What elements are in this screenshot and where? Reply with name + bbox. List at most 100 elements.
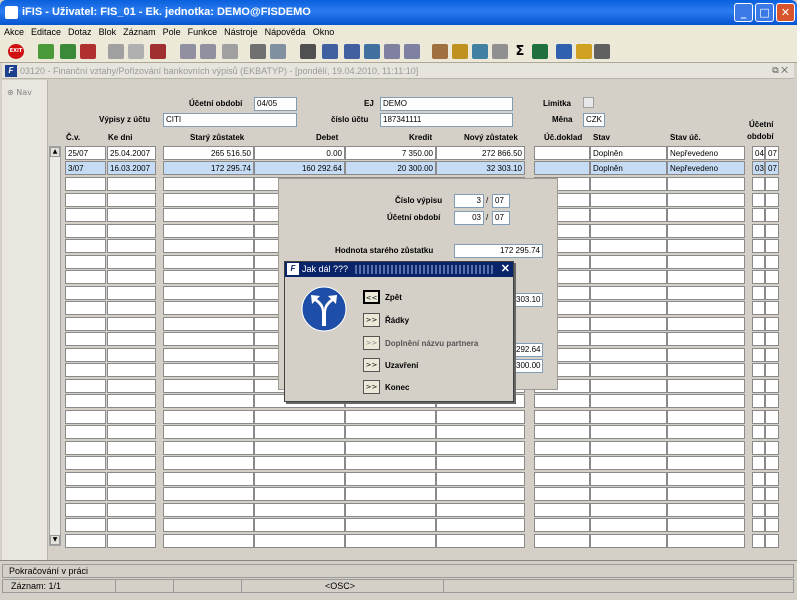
empty-cell[interactable] — [163, 456, 254, 470]
empty-cell[interactable] — [752, 285, 765, 300]
empty-cell[interactable] — [107, 363, 156, 377]
empty-cell[interactable] — [163, 394, 254, 408]
empty-cell[interactable] — [345, 440, 436, 455]
menu-funkce[interactable]: Funkce — [184, 25, 221, 37]
chart-icon[interactable] — [472, 44, 488, 59]
empty-cell[interactable] — [254, 425, 345, 439]
close-button[interactable]: ✕ — [776, 3, 795, 22]
empty-cell[interactable] — [345, 518, 436, 532]
empty-cell[interactable] — [765, 471, 779, 486]
empty-cell[interactable] — [667, 456, 745, 470]
option-radky[interactable]: >> Řádky — [363, 313, 563, 329]
empty-cell[interactable] — [667, 409, 745, 424]
cell-obdobi-r[interactable]: 07 — [765, 146, 779, 160]
empty-cell[interactable] — [65, 363, 106, 377]
empty-cell[interactable] — [667, 440, 745, 455]
empty-cell[interactable] — [765, 270, 779, 284]
indent-icon[interactable] — [404, 44, 420, 59]
cell-stav-uc[interactable]: Nepřevedeno — [667, 146, 745, 160]
empty-cell[interactable] — [590, 177, 667, 191]
cell-novy[interactable]: 32 303.10 — [436, 161, 525, 175]
empty-cell[interactable] — [254, 471, 345, 486]
cislo-vypisu-field[interactable]: 3 — [454, 194, 484, 208]
print-icon[interactable] — [250, 44, 266, 59]
empty-cell[interactable] — [590, 502, 667, 517]
empty-cell[interactable] — [534, 394, 590, 408]
empty-cell[interactable] — [590, 208, 667, 222]
empty-cell[interactable] — [590, 347, 667, 362]
sort-desc-icon[interactable] — [200, 44, 216, 59]
empty-cell[interactable] — [765, 223, 779, 238]
empty-cell[interactable] — [752, 502, 765, 517]
empty-cell[interactable] — [345, 533, 436, 548]
empty-cell[interactable] — [765, 378, 779, 393]
paste-icon[interactable] — [128, 44, 144, 59]
empty-cell[interactable] — [254, 440, 345, 455]
empty-cell[interactable] — [163, 518, 254, 532]
empty-cell[interactable] — [765, 254, 779, 269]
empty-cell[interactable] — [765, 347, 779, 362]
empty-cell[interactable] — [436, 456, 525, 470]
menu-akce[interactable]: Akce — [0, 25, 27, 37]
empty-cell[interactable] — [65, 285, 106, 300]
empty-cell[interactable] — [765, 301, 779, 315]
cell-debet[interactable]: 160 292.64 — [254, 161, 345, 175]
empty-cell[interactable] — [65, 518, 106, 532]
empty-cell[interactable] — [765, 409, 779, 424]
cell-cv[interactable]: 25/07 — [65, 146, 106, 160]
empty-cell[interactable] — [163, 533, 254, 548]
empty-cell[interactable] — [254, 502, 345, 517]
empty-cell[interactable] — [163, 425, 254, 439]
zpet-button[interactable]: << — [363, 290, 380, 304]
empty-cell[interactable] — [765, 502, 779, 517]
menu-editace[interactable]: Editace — [27, 25, 64, 37]
empty-cell[interactable] — [590, 471, 667, 486]
empty-cell[interactable] — [765, 440, 779, 455]
empty-cell[interactable] — [590, 425, 667, 439]
empty-cell[interactable] — [254, 533, 345, 548]
empty-cell[interactable] — [65, 192, 106, 207]
empty-cell[interactable] — [107, 347, 156, 362]
empty-cell[interactable] — [752, 301, 765, 315]
empty-cell[interactable] — [163, 347, 254, 362]
empty-cell[interactable] — [163, 471, 254, 486]
scroll-down-button[interactable]: ▼ — [50, 535, 60, 545]
empty-cell[interactable] — [752, 487, 765, 501]
nav-button[interactable]: ⊕ Nav — [7, 88, 32, 97]
empty-cell[interactable] — [436, 440, 525, 455]
empty-cell[interactable] — [765, 285, 779, 300]
empty-cell[interactable] — [590, 533, 667, 548]
empty-cell[interactable] — [765, 425, 779, 439]
empty-cell[interactable] — [590, 223, 667, 238]
empty-cell[interactable] — [107, 471, 156, 486]
empty-cell[interactable] — [107, 456, 156, 470]
empty-cell[interactable] — [590, 301, 667, 315]
empty-cell[interactable] — [163, 208, 254, 222]
excel-icon[interactable] — [532, 44, 548, 59]
empty-cell[interactable] — [752, 518, 765, 532]
empty-cell[interactable] — [65, 270, 106, 284]
empty-cell[interactable] — [65, 254, 106, 269]
mena-field[interactable]: CZK — [583, 113, 605, 127]
empty-cell[interactable] — [534, 425, 590, 439]
empty-cell[interactable] — [345, 471, 436, 486]
calculator-icon[interactable] — [432, 44, 448, 59]
empty-cell[interactable] — [436, 425, 525, 439]
empty-cell[interactable] — [436, 471, 525, 486]
empty-cell[interactable] — [667, 502, 745, 517]
empty-cell[interactable] — [436, 487, 525, 501]
empty-cell[interactable] — [107, 440, 156, 455]
empty-cell[interactable] — [163, 301, 254, 315]
empty-cell[interactable] — [254, 487, 345, 501]
empty-cell[interactable] — [752, 533, 765, 548]
empty-cell[interactable] — [765, 239, 779, 253]
empty-cell[interactable] — [667, 208, 745, 222]
empty-cell[interactable] — [107, 177, 156, 191]
empty-cell[interactable] — [107, 332, 156, 346]
copy-icon[interactable] — [108, 44, 124, 59]
empty-cell[interactable] — [254, 456, 345, 470]
option-zpet[interactable]: << Zpět — [363, 290, 563, 306]
empty-cell[interactable] — [590, 332, 667, 346]
empty-cell[interactable] — [163, 378, 254, 393]
empty-cell[interactable] — [590, 518, 667, 532]
